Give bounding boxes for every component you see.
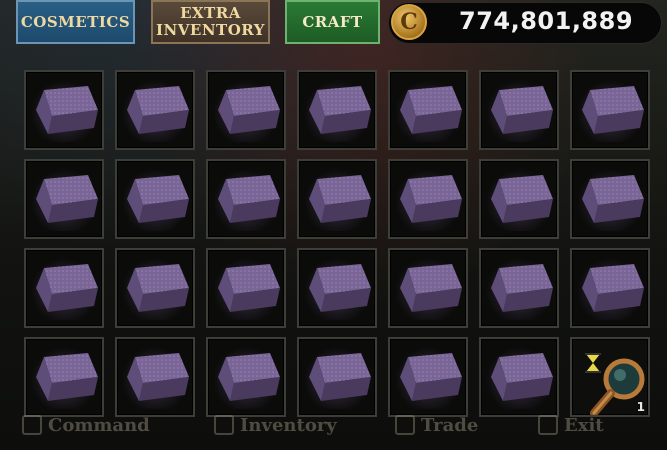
inventory-slot[interactable] <box>479 159 559 239</box>
nav-inventory[interactable]: Inventory <box>214 410 337 440</box>
currency-display: C 774,801,889 <box>388 2 662 44</box>
command-icon <box>22 415 42 435</box>
inventory-slot[interactable] <box>479 70 559 150</box>
inventory-slot[interactable] <box>297 337 377 417</box>
inventory-slot[interactable] <box>115 70 195 150</box>
exit-icon <box>538 415 558 435</box>
inventory-slot[interactable] <box>115 159 195 239</box>
inventory-slot[interactable] <box>297 248 377 328</box>
inventory-slot-special[interactable]: 1 <box>570 337 650 417</box>
tab-extra-inventory-line1: EXTRA <box>180 4 241 22</box>
inventory-slot[interactable] <box>297 70 377 150</box>
inventory-slot[interactable] <box>24 159 104 239</box>
nav-trade-label: Trade <box>421 414 479 436</box>
coin-symbol: C <box>400 9 418 35</box>
tab-extra-inventory-line2: INVENTORY <box>156 21 265 39</box>
nav-command-label: Command <box>48 414 150 436</box>
inventory-slot[interactable] <box>479 337 559 417</box>
inventory-slot[interactable] <box>388 70 468 150</box>
inventory-slot[interactable] <box>388 248 468 328</box>
inventory-slot[interactable] <box>24 248 104 328</box>
inventory-slot[interactable] <box>115 337 195 417</box>
inventory-slot[interactable] <box>388 159 468 239</box>
tab-cosmetics[interactable]: COSMETICS <box>16 0 135 44</box>
inventory-slot[interactable] <box>115 248 195 328</box>
nav-trade[interactable]: Trade <box>395 410 478 440</box>
nav-command[interactable]: Command <box>22 410 150 440</box>
inventory-slot[interactable] <box>570 248 650 328</box>
nav-exit-label: Exit <box>564 414 604 436</box>
inventory-slot[interactable] <box>388 337 468 417</box>
nav-inventory-label: Inventory <box>240 414 337 436</box>
tab-craft[interactable]: CRAFT <box>285 0 380 44</box>
inventory-slot[interactable] <box>570 159 650 239</box>
inventory-slot[interactable] <box>206 70 286 150</box>
inventory-slot[interactable] <box>206 159 286 239</box>
currency-amount: 774,801,889 <box>459 7 634 35</box>
inventory-slot[interactable] <box>206 337 286 417</box>
gold-coin-icon: C <box>391 4 427 40</box>
inventory-slot[interactable] <box>206 248 286 328</box>
item-quantity: 1 <box>636 400 645 414</box>
tab-extra-inventory-label: EXTRA INVENTORY <box>156 5 265 39</box>
nav-exit[interactable]: Exit <box>538 410 604 440</box>
inventory-icon <box>214 415 234 435</box>
tab-extra-inventory[interactable]: EXTRA INVENTORY <box>151 0 270 44</box>
inventory-slot[interactable] <box>24 70 104 150</box>
inventory-slot[interactable] <box>297 159 377 239</box>
tab-craft-label: CRAFT <box>302 12 363 31</box>
inventory-slot[interactable] <box>24 337 104 417</box>
tab-cosmetics-label: COSMETICS <box>20 12 131 31</box>
trade-icon <box>395 415 415 435</box>
inventory-slot[interactable] <box>570 70 650 150</box>
inventory-slot[interactable] <box>479 248 559 328</box>
